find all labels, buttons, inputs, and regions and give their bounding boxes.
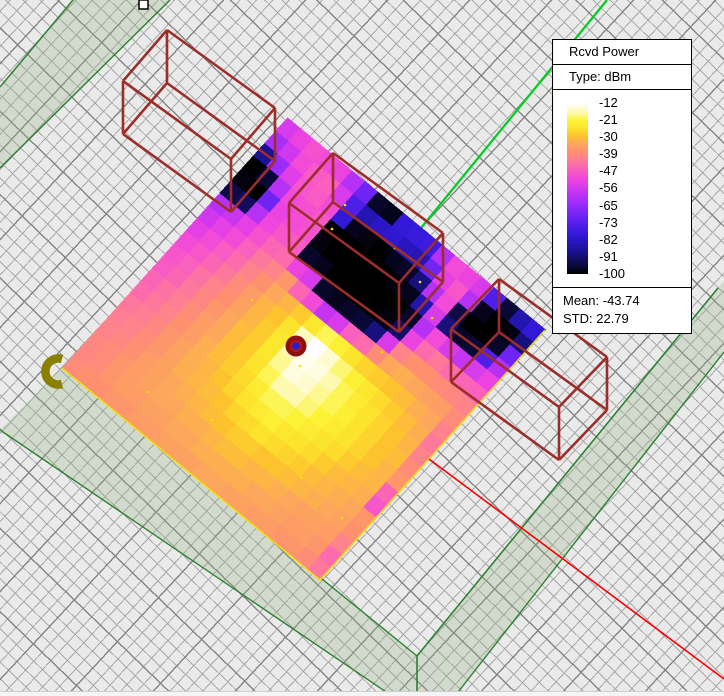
window-bottom-edge: [0, 691, 724, 696]
vertex-handle[interactable]: [138, 0, 149, 10]
tx-marker[interactable]: [285, 335, 307, 357]
legend-colorbar: [567, 103, 588, 274]
legend-tick: -65: [599, 197, 618, 213]
legend-tick: -82: [599, 231, 618, 247]
legend-tick: -91: [599, 248, 618, 264]
legend-tick: -39: [599, 146, 618, 162]
legend-tick: -30: [599, 129, 618, 145]
legend-tick: -100: [599, 265, 626, 281]
legend-mean: Mean: -43.74: [563, 293, 640, 308]
legend-std: STD: 22.79: [563, 311, 629, 326]
legend-ticks: -12 -21 -30 -39 -47 -56 -65 -73 -82 -91 -100: [599, 95, 625, 282]
legend-title: Rcvd Power: [553, 40, 691, 65]
legend-type-label: Type: dBm: [553, 65, 691, 90]
legend-tick: -47: [599, 163, 618, 179]
legend-scale: -12 -21 -30 -39 -47 -56 -65 -73 -82 -91 -100: [553, 90, 691, 288]
legend-panel[interactable]: Rcvd Power Type: dBm -12 -21 -30 -39 -47 -56-…: [552, 39, 692, 334]
legend-tick: -73: [599, 214, 618, 230]
legend-tick: -12: [599, 95, 618, 110]
scene-viewport[interactable]: Rcvd Power Type: dBm -12 -21 -30 -39 -47 -56-…: [0, 0, 724, 696]
legend-tick: -21: [599, 112, 618, 128]
legend-stats: Mean: -43.74 STD: 22.79: [553, 288, 691, 333]
legend-tick: -56: [599, 180, 618, 196]
